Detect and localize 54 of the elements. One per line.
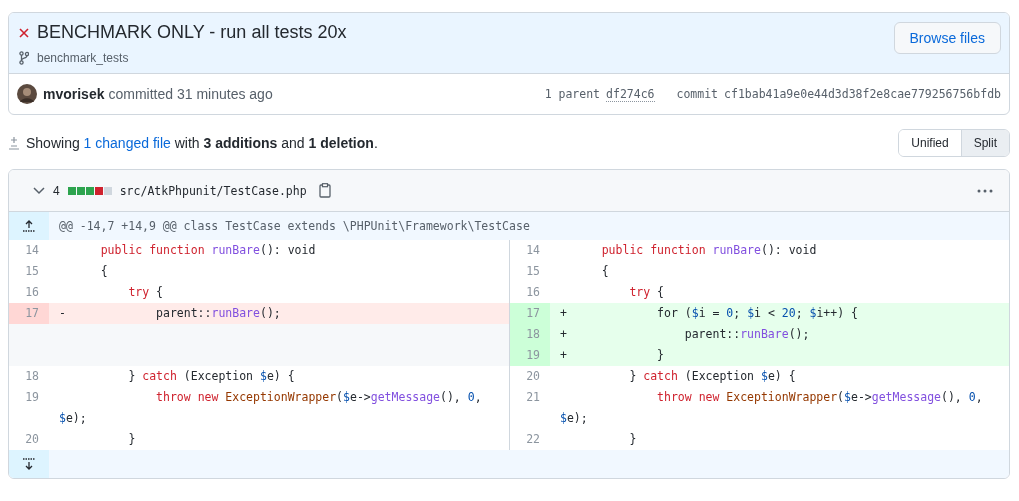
- parent-sha-link[interactable]: df274c6: [606, 86, 655, 102]
- expand-up-button[interactable]: [9, 212, 49, 240]
- browse-files-button[interactable]: Browse files: [893, 22, 1001, 54]
- code-line: }: [127, 431, 137, 448]
- line-number[interactable]: 19: [510, 345, 550, 366]
- code-line: public function runBare(): void: [99, 242, 317, 259]
- code-line: throw new ExceptionWrapper($e->getMessage(), 0, $e);: [559, 389, 984, 427]
- code-line: {: [600, 263, 610, 280]
- parent-label: 1 parent: [544, 87, 601, 101]
- code-line: try {: [127, 284, 165, 301]
- expand-up-icon: [22, 220, 36, 232]
- clipboard-icon[interactable]: [318, 183, 331, 198]
- hunk-header: @@ -14,7 +14,9 @@ class TestCase extends \PHPUnit\Framework\TestCase: [59, 219, 530, 233]
- chevron-icon[interactable]: [33, 186, 45, 195]
- avatar[interactable]: [17, 84, 37, 104]
- close-icon[interactable]: [19, 27, 29, 38]
- line-number[interactable]: 15: [510, 261, 550, 282]
- line-number[interactable]: 22: [510, 429, 550, 450]
- line-number[interactable]: 18: [9, 366, 49, 387]
- code-line: {: [99, 263, 109, 280]
- branch-name[interactable]: benchmark_tests: [37, 51, 129, 65]
- author-name[interactable]: mvorisek: [43, 86, 105, 102]
- change-count: 4: [53, 183, 60, 198]
- expand-down-icon: [22, 458, 36, 470]
- code-line: } catch (Exception $e) {: [127, 368, 296, 385]
- line-number[interactable]: 14: [510, 240, 550, 261]
- commit-title: BENCHMARK ONLY - run all tests 20x: [37, 22, 347, 43]
- line-number[interactable]: 17: [9, 303, 49, 324]
- line-number[interactable]: 20: [510, 366, 550, 387]
- code-line: } catch (Exception $e) {: [628, 368, 797, 385]
- file-path[interactable]: src/AtkPhpunit/TestCase.php: [119, 183, 307, 198]
- summary-text: Showing 1 changed file with 3 additions and 1 deletion.: [26, 135, 378, 151]
- line-number[interactable]: 15: [9, 261, 49, 282]
- code-line: throw new ExceptionWrapper($e->getMessage(), 0, $e);: [58, 389, 483, 427]
- line-number[interactable]: 17: [510, 303, 550, 324]
- line-number[interactable]: 18: [510, 324, 550, 345]
- more-options-icon[interactable]: [977, 188, 993, 193]
- line-number[interactable]: 16: [510, 282, 550, 303]
- line-number[interactable]: 14: [9, 240, 49, 261]
- diff-stat-icon: [8, 136, 20, 150]
- branch-icon: [19, 51, 29, 65]
- commit-label: commit: [676, 87, 719, 101]
- view-mode-button[interactable]: Split: [960, 130, 1009, 156]
- expand-down-button[interactable]: [9, 450, 49, 478]
- commit-time-text: committed 31 minutes ago: [108, 86, 273, 102]
- line-number[interactable]: 19: [9, 387, 49, 429]
- line-number[interactable]: 20: [9, 429, 49, 450]
- code-line: try {: [628, 284, 666, 301]
- line-number[interactable]: 21: [510, 387, 550, 429]
- changed-files-link[interactable]: 1 changed file: [83, 135, 171, 151]
- line-number[interactable]: 16: [9, 282, 49, 303]
- commit-sha: cf1bab41a9e0e44d3d38f2e8cae779256756bfdb: [724, 87, 1001, 101]
- code-line: public function runBare(): void: [600, 242, 818, 259]
- code-line: }: [628, 431, 638, 448]
